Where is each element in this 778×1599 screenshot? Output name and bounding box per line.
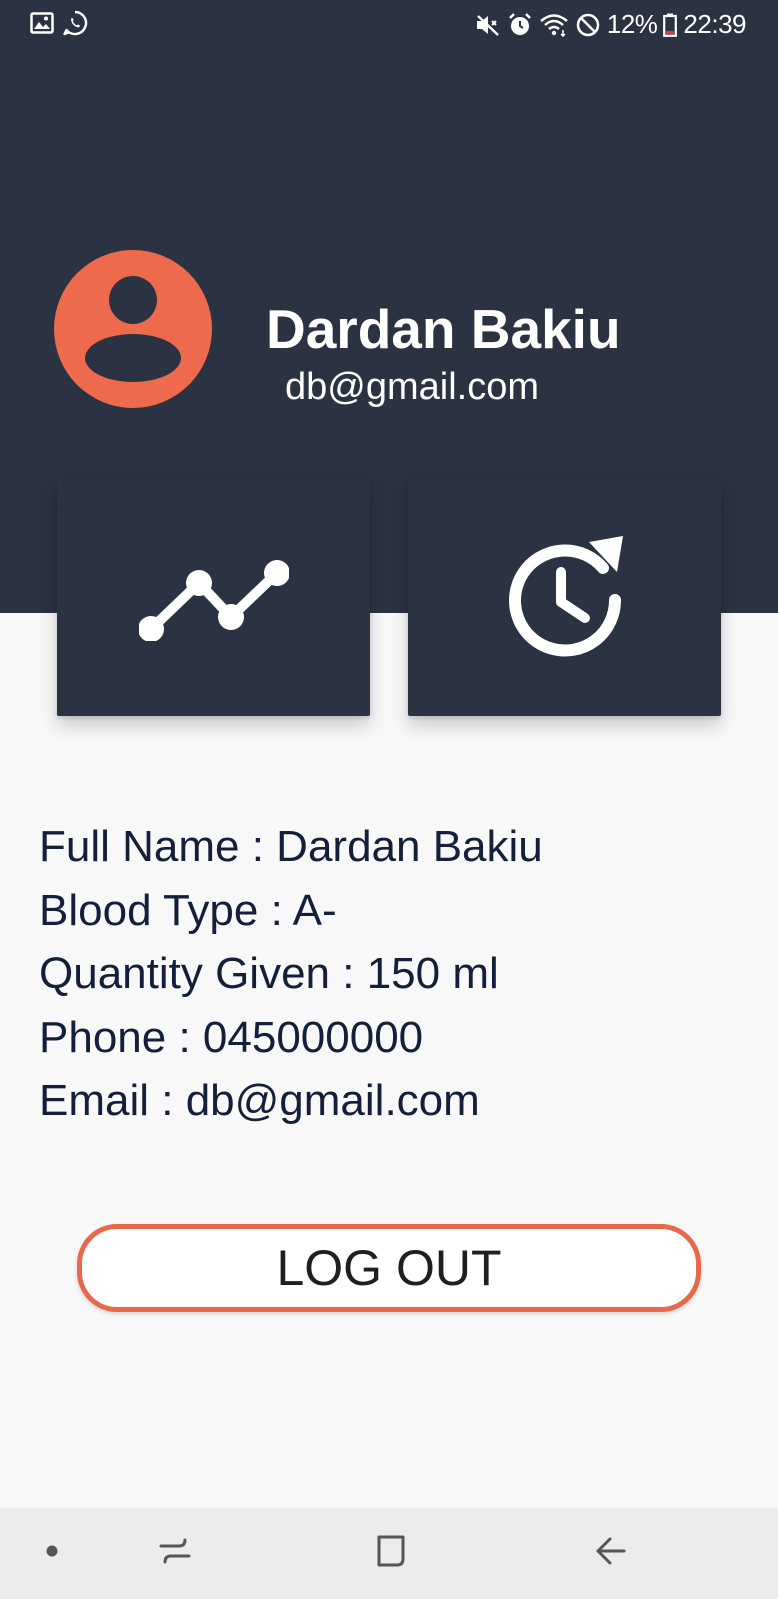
do-not-disturb-icon [575, 12, 601, 38]
status-right-icons: 12% 22:39 [475, 9, 746, 40]
mute-icon [475, 13, 501, 37]
phone-text: Phone : 045000000 [39, 1012, 424, 1062]
wifi-icon [539, 13, 569, 37]
statistics-card[interactable] [57, 480, 370, 716]
person-icon [54, 250, 212, 408]
recent-apps-icon [157, 1533, 193, 1574]
email-text: Email : db@gmail.com [39, 1076, 480, 1125]
trend-line-icon [137, 551, 290, 646]
nav-dot-icon [45, 1544, 59, 1563]
battery-percent: 12% [606, 9, 658, 39]
blood-type-text: Blood Type : A- [39, 885, 337, 935]
home-button[interactable] [356, 1508, 426, 1599]
recent-apps-button[interactable] [140, 1508, 210, 1599]
clock-time: 22:39 [683, 9, 746, 39]
profile-name: Dardan Bakiu [266, 298, 621, 360]
history-icon [503, 534, 627, 663]
gallery-icon [30, 12, 54, 34]
status-left-icons [30, 10, 88, 36]
donor-info: Full Name : Dardan Bakiu Blood Type : A-… [39, 815, 543, 1133]
back-button[interactable] [575, 1508, 645, 1599]
navigation-bar [0, 1508, 778, 1599]
avatar [54, 250, 212, 408]
logout-button[interactable]: LOG OUT [77, 1224, 701, 1312]
quantity-given-text: Quantity Given : 150 ml [39, 949, 499, 998]
full-name-text: Full Name : Dardan Bakiu [39, 822, 543, 871]
alarm-icon [507, 12, 533, 38]
home-icon [373, 1533, 409, 1574]
nav-dot-button[interactable] [22, 1508, 82, 1599]
history-card[interactable] [408, 480, 721, 716]
profile-email: db@gmail.com [285, 366, 539, 408]
battery-icon [663, 13, 678, 37]
back-icon [592, 1533, 628, 1574]
whatsapp-icon [62, 10, 88, 36]
status-bar: 12% 22:39 [0, 0, 778, 48]
